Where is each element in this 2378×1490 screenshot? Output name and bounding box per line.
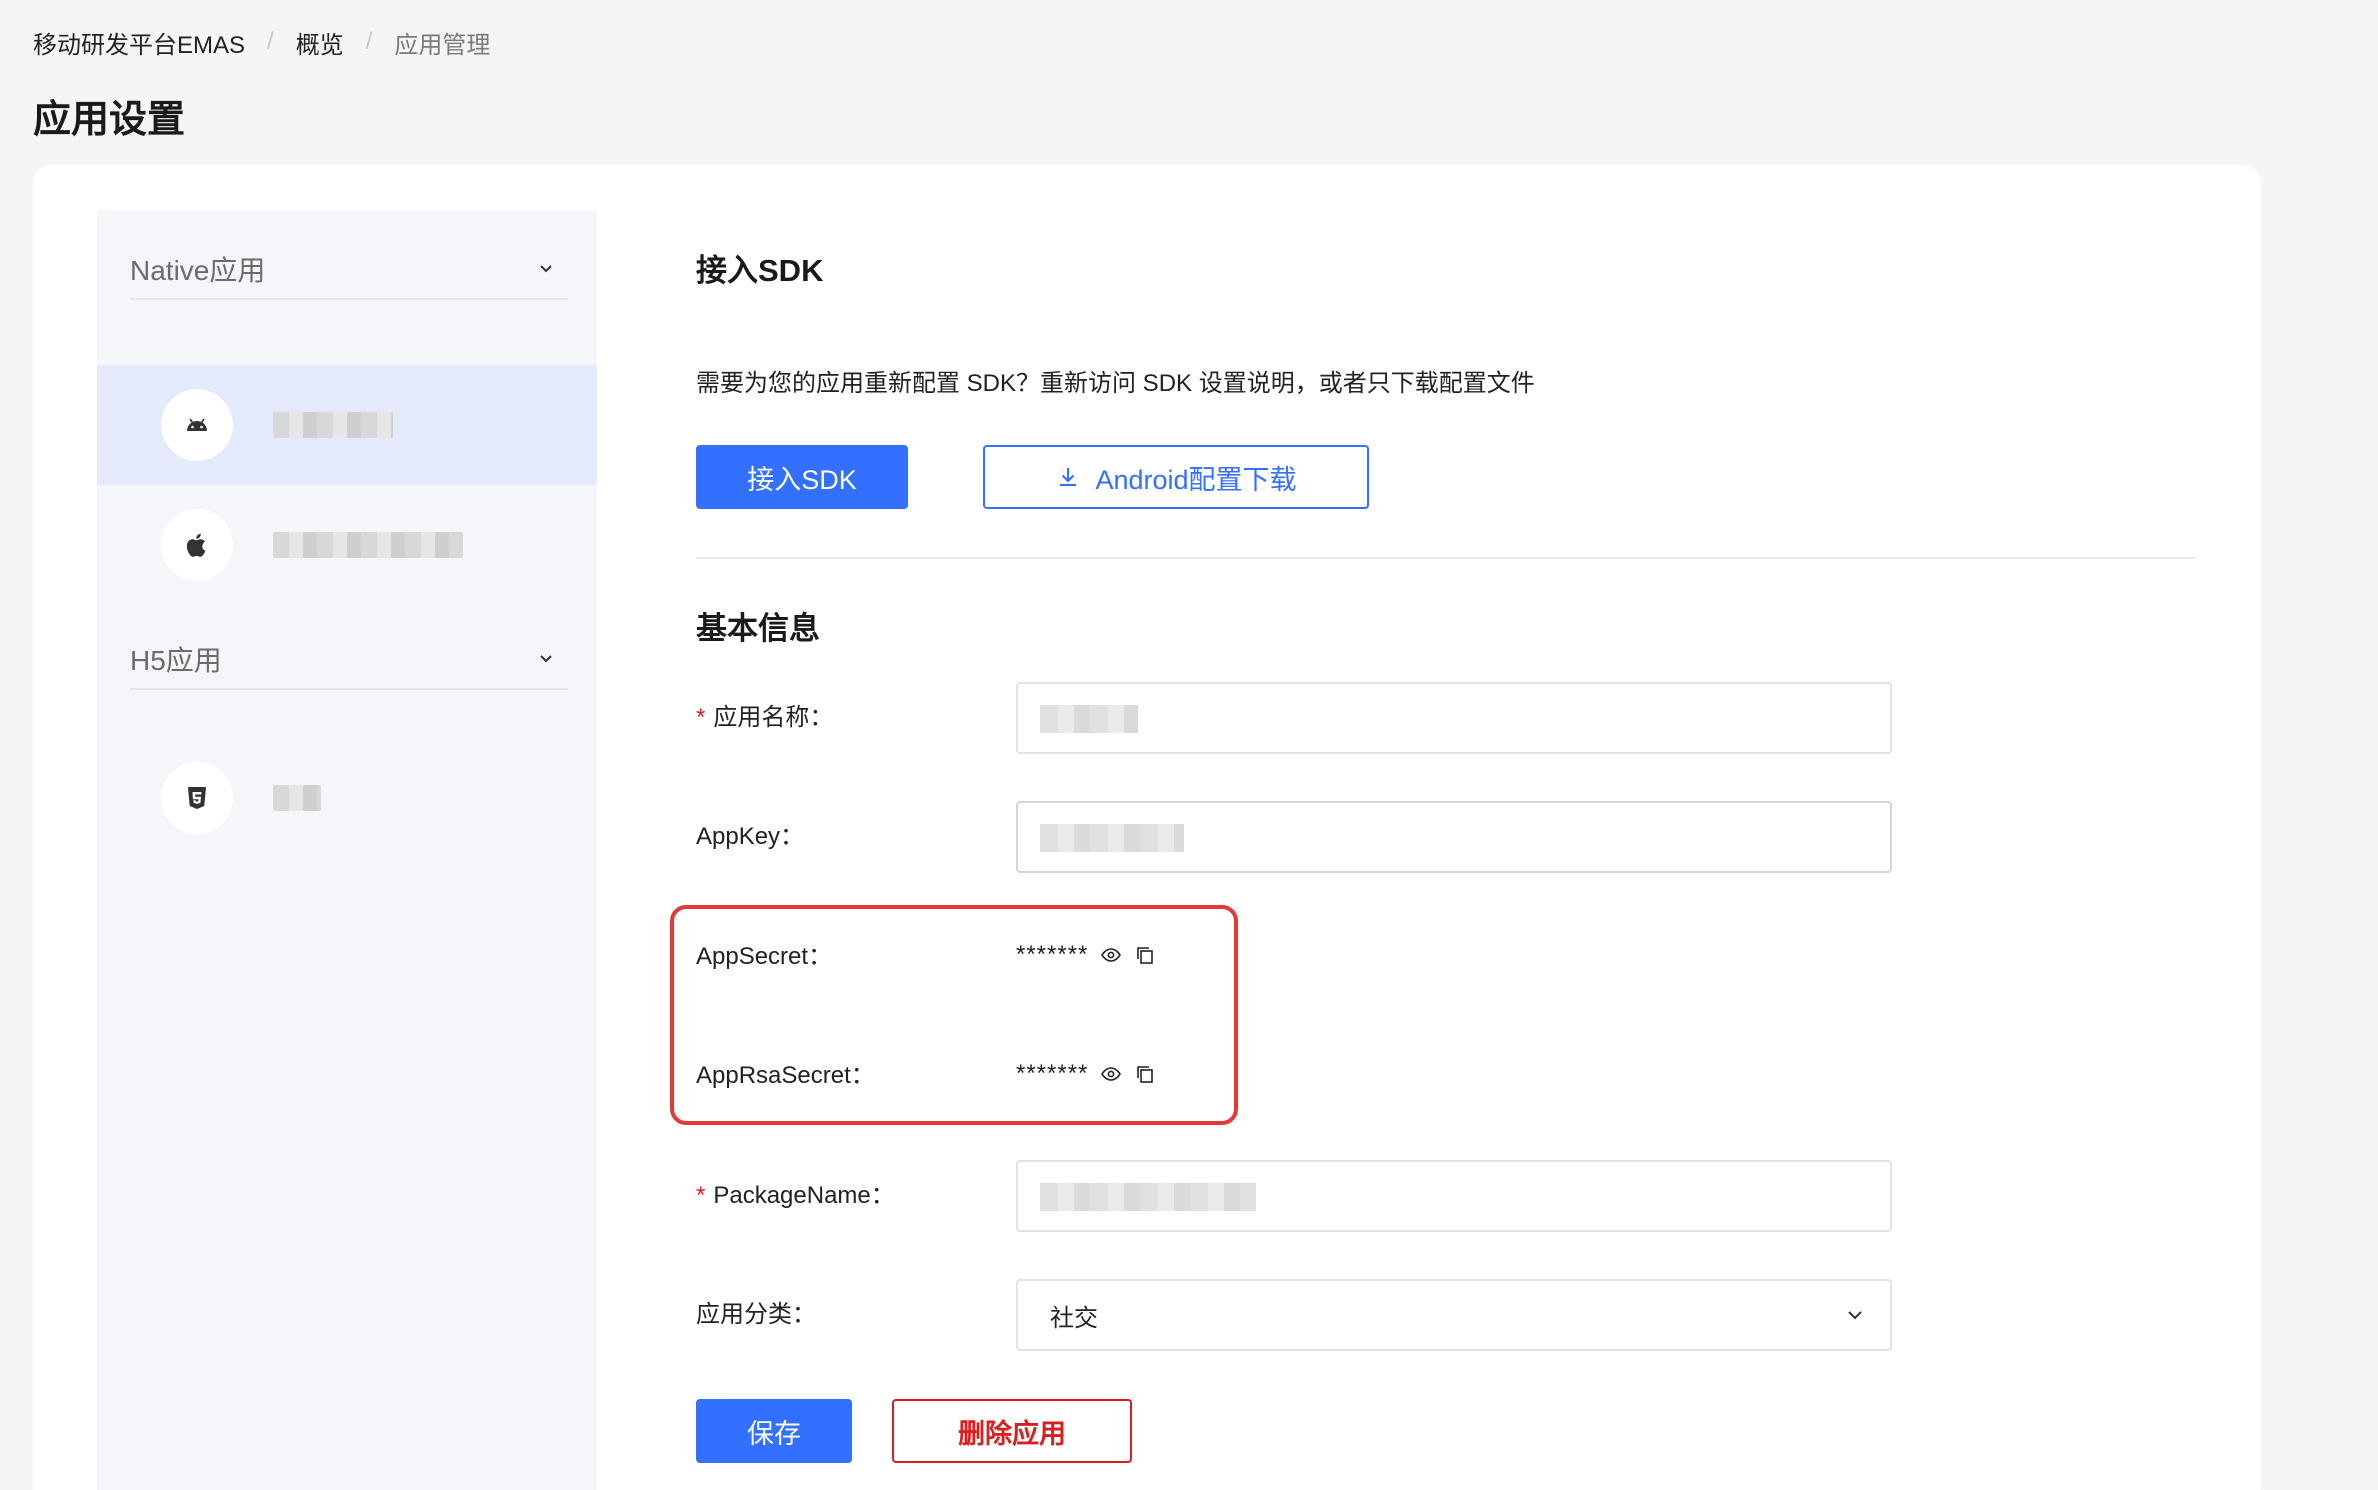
sdk-description: 需要为您的应用重新配置 SDK？重新访问 SDK 设置说明，或者只下载配置文件 xyxy=(696,370,1535,397)
eye-icon[interactable] xyxy=(1100,944,1122,966)
required-mark: * xyxy=(696,704,706,731)
download-button-label: Android配置下载 xyxy=(1095,464,1297,495)
section-divider xyxy=(696,557,2196,559)
appsecret-value-row: ******* xyxy=(1016,941,1156,969)
app-item-ios[interactable] xyxy=(97,485,597,605)
group-h5-label: H5应用 xyxy=(130,645,222,676)
breadcrumb-separator: / xyxy=(365,28,373,55)
app-sidebar: Native应用 H5应用 xyxy=(97,210,597,1490)
breadcrumb-emas[interactable]: 移动研发平台EMAS xyxy=(33,25,245,60)
group-native-header[interactable]: Native应用 xyxy=(130,240,568,300)
group-h5-header[interactable]: H5应用 xyxy=(130,630,568,690)
app-name-redacted xyxy=(273,412,393,438)
chevron-down-icon xyxy=(1848,1311,1862,1320)
app-name-field[interactable] xyxy=(1016,682,1892,754)
required-mark: * xyxy=(696,1182,706,1209)
basic-info-title: 基本信息 xyxy=(696,611,820,646)
app-avatar xyxy=(161,762,233,834)
app-name-label: * 应用名称： xyxy=(696,704,834,731)
app-item-android[interactable] xyxy=(97,365,597,485)
redacted-value xyxy=(1040,1183,1256,1211)
secrets-highlight-box xyxy=(670,905,1238,1125)
chevron-down-icon xyxy=(540,655,552,663)
download-icon xyxy=(1060,468,1077,486)
redacted-value xyxy=(1040,824,1184,852)
group-native-label: Native应用 xyxy=(130,255,266,286)
apple-icon xyxy=(186,533,206,557)
appsecret-value: ******* xyxy=(1016,941,1089,968)
settings-card: Native应用 H5应用 接入SDK 需要为您的应用重新配置 SDK？重新访问… xyxy=(33,165,2261,1490)
redacted-value xyxy=(1040,705,1138,733)
breadcrumb-separator: / xyxy=(267,28,274,55)
app-avatar xyxy=(161,389,233,461)
eye-icon[interactable] xyxy=(1100,1063,1122,1085)
category-label: 应用分类： xyxy=(696,1301,816,1328)
breadcrumb: 移动研发平台EMAS / 概览 / 应用管理 xyxy=(33,25,491,60)
app-item-h5[interactable] xyxy=(97,738,597,858)
category-select[interactable]: 社交 xyxy=(1016,1279,1892,1351)
chevron-down-icon xyxy=(540,265,552,273)
sdk-section-title: 接入SDK xyxy=(696,253,824,288)
apprsasecret-value: ******* xyxy=(1016,1060,1089,1087)
breadcrumb-app-management: 应用管理 xyxy=(394,31,491,59)
app-avatar xyxy=(161,509,233,581)
apprsasecret-value-row: ******* xyxy=(1016,1060,1156,1088)
appkey-field[interactable] xyxy=(1016,801,1892,873)
save-button[interactable]: 保存 xyxy=(696,1399,852,1463)
packagename-label: * PackageName： xyxy=(696,1182,895,1209)
copy-icon[interactable] xyxy=(1134,1063,1156,1085)
appsecret-label: AppSecret： xyxy=(696,943,833,970)
packagename-field[interactable] xyxy=(1016,1160,1892,1232)
apprsasecret-label: AppRsaSecret： xyxy=(696,1062,875,1089)
breadcrumb-overview[interactable]: 概览 xyxy=(296,25,344,60)
copy-icon[interactable] xyxy=(1134,944,1156,966)
android-icon xyxy=(187,418,207,431)
android-config-download-button[interactable]: Android配置下载 xyxy=(983,445,1369,509)
page-title: 应用设置 xyxy=(33,99,186,141)
category-selected-value: 社交 xyxy=(1050,1304,1098,1332)
html5-icon xyxy=(188,787,206,809)
delete-app-button[interactable]: 删除应用 xyxy=(892,1399,1132,1463)
appkey-label: AppKey： xyxy=(696,823,805,850)
app-name-redacted xyxy=(273,532,463,558)
integrate-sdk-button[interactable]: 接入SDK xyxy=(696,445,908,509)
app-name-redacted xyxy=(273,785,321,811)
